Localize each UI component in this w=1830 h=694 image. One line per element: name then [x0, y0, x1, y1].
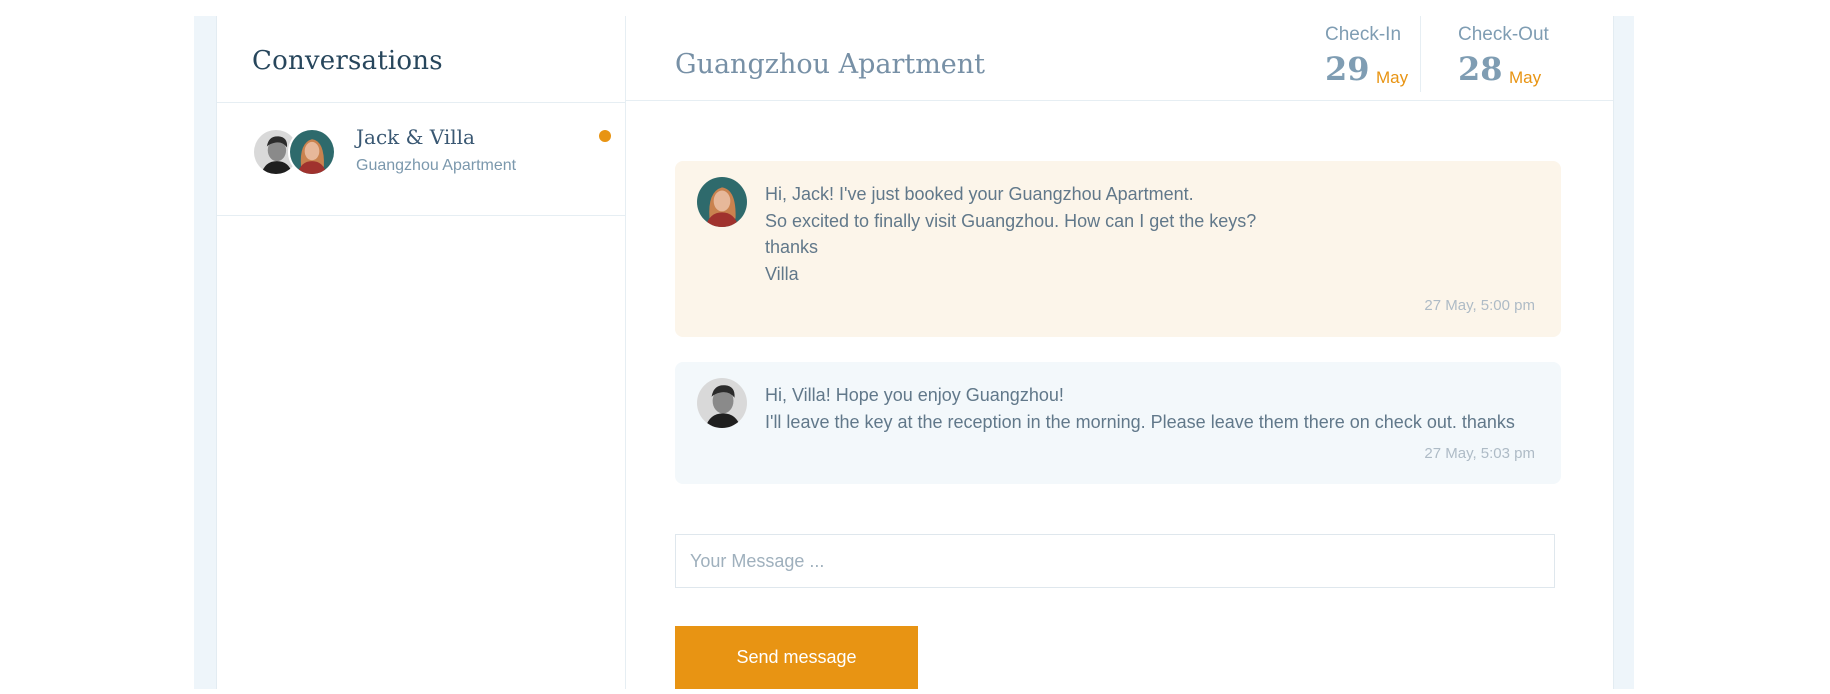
- message-timestamp: 27 May, 5:03 pm: [1424, 445, 1535, 462]
- message-line: Villa: [765, 263, 799, 284]
- message-line: thanks: [765, 237, 819, 257]
- conversation-avatars: [252, 128, 342, 178]
- messages-panel: Conversations Jack & Villa Guangzhou Apa…: [216, 16, 1614, 689]
- chat-title: Guangzhou Apartment: [675, 49, 986, 80]
- unread-indicator: [599, 130, 611, 142]
- message-avatar-villa: [697, 177, 747, 227]
- check-in-day: 29: [1325, 50, 1370, 88]
- conversation-subtitle: Guangzhou Apartment: [356, 157, 517, 174]
- message-input[interactable]: [675, 534, 1555, 588]
- check-in-label: Check-In: [1325, 24, 1402, 45]
- avatar-villa: [288, 128, 336, 176]
- chat-area: Guangzhou Apartment Check-In 29 May Chec…: [626, 16, 1613, 689]
- message-line: Hi, Villa! Hope you enjoy Guangzhou!: [765, 385, 1064, 405]
- message-timestamp: 27 May, 5:00 pm: [1424, 297, 1535, 314]
- message-bubble-incoming: Hi, Jack! I've just booked your Guangzho…: [675, 161, 1561, 337]
- check-out-day: 28: [1458, 50, 1503, 88]
- message-text: Hi, Villa! Hope you enjoy Guangzhou! I'l…: [765, 382, 1515, 435]
- message-bubble-outgoing: Hi, Villa! Hope you enjoy Guangzhou! I'l…: [675, 362, 1561, 484]
- message-line: I'll leave the key at the reception in t…: [765, 411, 1515, 432]
- check-out-month: May: [1509, 68, 1542, 87]
- conversations-sidebar: Conversations Jack & Villa Guangzhou Apa…: [217, 16, 626, 689]
- conversation-name: Jack & Villa: [356, 125, 475, 149]
- message-line: So excited to finally visit Guangzhou. H…: [765, 210, 1257, 231]
- date-divider: [1420, 16, 1421, 92]
- message-avatar-jack: [697, 378, 747, 428]
- check-out-label: Check-Out: [1458, 24, 1549, 45]
- check-in-month: May: [1376, 68, 1409, 87]
- message-text: Hi, Jack! I've just booked your Guangzho…: [765, 181, 1256, 287]
- check-in-block: Check-In 29 May: [1325, 24, 1408, 88]
- conversation-item[interactable]: Jack & Villa Guangzhou Apartment: [217, 103, 625, 216]
- sidebar-title: Conversations: [252, 46, 443, 76]
- chat-header: Guangzhou Apartment Check-In 29 May Chec…: [626, 16, 1613, 101]
- sidebar-header: Conversations: [217, 16, 625, 103]
- send-message-button[interactable]: Send message: [675, 626, 918, 689]
- check-out-block: Check-Out 28 May: [1458, 24, 1549, 88]
- message-line: Hi, Jack! I've just booked your Guangzho…: [765, 184, 1194, 204]
